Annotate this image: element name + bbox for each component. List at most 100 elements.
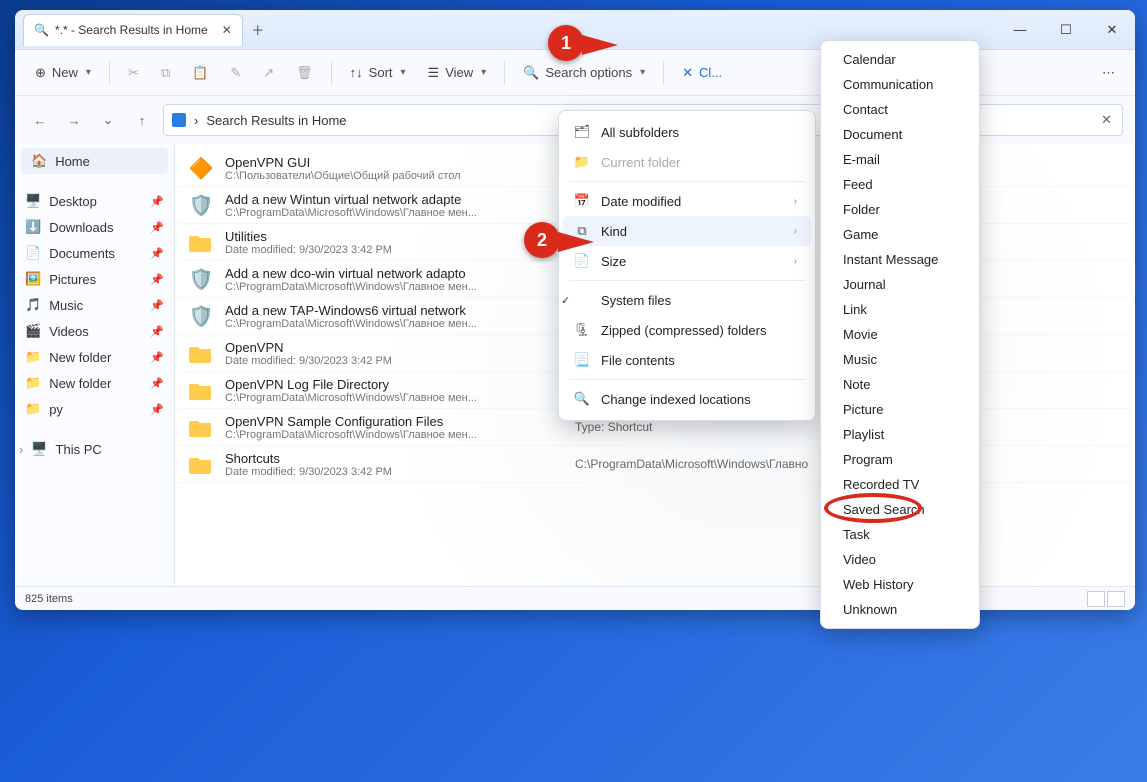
- kind-item-playlist[interactable]: Playlist: [825, 422, 975, 447]
- chevron-down-icon: ▾: [640, 67, 645, 78]
- folder-icon: 📁: [25, 401, 41, 417]
- recent-button[interactable]: ⌄: [95, 107, 121, 133]
- share-button[interactable]: ↗: [255, 60, 282, 86]
- cut-button[interactable]: ✂: [120, 60, 147, 86]
- new-button[interactable]: ⊕ New ▾: [27, 60, 99, 86]
- view-toggle: [1087, 591, 1125, 607]
- forward-button[interactable]: →: [61, 107, 87, 133]
- new-tab-button[interactable]: ＋: [243, 20, 273, 39]
- chevron-right-icon: ›: [19, 442, 23, 457]
- download-icon: ⬇️: [25, 219, 41, 235]
- sidebar-item-downloads[interactable]: ⬇️ Downloads 📌: [15, 214, 174, 240]
- sidebar-item-pictures[interactable]: 🖼️ Pictures 📌: [15, 266, 174, 292]
- chevron-right-icon: ›: [794, 196, 797, 207]
- rename-button[interactable]: ✎: [222, 60, 249, 86]
- kind-item-program[interactable]: Program: [825, 447, 975, 472]
- menu-item-file-contents[interactable]: 📃 File contents: [563, 345, 811, 375]
- kind-item-music[interactable]: Music: [825, 347, 975, 372]
- maximize-button[interactable]: ☐: [1043, 10, 1089, 50]
- view-button[interactable]: ☰ View ▾: [420, 60, 495, 86]
- kind-item-video[interactable]: Video: [825, 547, 975, 572]
- kind-item-unknown[interactable]: Unknown: [825, 597, 975, 622]
- menu-item-system-files[interactable]: ✓ System files: [563, 285, 811, 315]
- menu-item-size[interactable]: 📄 Size ›: [563, 246, 811, 276]
- minimize-button[interactable]: —: [997, 10, 1043, 50]
- kind-item-document[interactable]: Document: [825, 122, 975, 147]
- file-name: OpenVPN Log File Directory: [225, 377, 565, 392]
- sidebar-item-music[interactable]: 🎵 Music 📌: [15, 292, 174, 318]
- menu-item-kind[interactable]: ⧉ Kind ›: [563, 216, 811, 246]
- sidebar-item-documents[interactable]: 📄 Documents 📌: [15, 240, 174, 266]
- sidebar-item-label: Documents: [49, 246, 115, 261]
- sidebar-item-videos[interactable]: 🎬 Videos 📌: [15, 318, 174, 344]
- menu-divider: [569, 181, 805, 182]
- desktop-icon: 🖥️: [25, 193, 41, 209]
- sidebar-item-thispc[interactable]: › 🖥️ This PC: [15, 436, 174, 462]
- file-path: C:\ProgramData\Microsoft\Windows\Главное…: [225, 207, 565, 219]
- location-icon: [172, 113, 186, 127]
- kind-item-journal[interactable]: Journal: [825, 272, 975, 297]
- check-icon: ✓: [561, 294, 570, 307]
- up-button[interactable]: ↑: [129, 107, 155, 133]
- delete-button[interactable]: 🗑: [288, 60, 321, 86]
- more-button[interactable]: ⋯: [1094, 60, 1123, 86]
- kind-item-instant-message[interactable]: Instant Message: [825, 247, 975, 272]
- chevron-right-icon: ›: [794, 256, 797, 267]
- menu-item-current-folder[interactable]: 📁 Current folder: [563, 147, 811, 177]
- pin-icon: 📌: [150, 273, 164, 286]
- music-icon: 🎵: [25, 297, 41, 313]
- kind-item-recorded-tv[interactable]: Recorded TV: [825, 472, 975, 497]
- menu-item-zipped[interactable]: 🗜 Zipped (compressed) folders: [563, 315, 811, 345]
- search-options-button[interactable]: 🔍 Search options ▾: [515, 60, 653, 86]
- kind-item-communication[interactable]: Communication: [825, 72, 975, 97]
- back-button[interactable]: ←: [27, 107, 53, 133]
- file-row[interactable]: Shortcuts Date modified: 9/30/2023 3:42 …: [179, 446, 1131, 483]
- copy-button[interactable]: ⧉: [153, 60, 178, 86]
- paste-button[interactable]: 📋: [184, 60, 216, 86]
- sidebar-item-new-folder[interactable]: 📁 New folder 📌: [15, 370, 174, 396]
- close-search-button[interactable]: ✕ Cl...: [674, 60, 730, 86]
- sidebar-item-home[interactable]: 🏠 Home: [21, 148, 168, 174]
- kind-item-contact[interactable]: Contact: [825, 97, 975, 122]
- picture-icon: 🖼️: [25, 271, 41, 287]
- menu-item-all-subfolders[interactable]: 🗂 All subfolders: [563, 117, 811, 147]
- zip-icon: 🗜: [573, 321, 591, 339]
- kind-item-feed[interactable]: Feed: [825, 172, 975, 197]
- tab-close-button[interactable]: ✕: [222, 23, 232, 37]
- file-name: Add a new Wintun virtual network adapte: [225, 192, 565, 207]
- kind-item-web-history[interactable]: Web History: [825, 572, 975, 597]
- window-tab[interactable]: 🔍 *.* - Search Results in Home ✕: [23, 14, 243, 46]
- kind-item-game[interactable]: Game: [825, 222, 975, 247]
- menu-item-change-indexed[interactable]: 🔍 Change indexed locations: [563, 384, 811, 414]
- pin-icon: 📌: [150, 325, 164, 338]
- file-icon: 🛡️: [187, 302, 215, 330]
- chevron-down-icon: ▾: [481, 67, 486, 78]
- folder-icon: 📁: [25, 375, 41, 391]
- kind-item-folder[interactable]: Folder: [825, 197, 975, 222]
- menu-item-date-modified[interactable]: 📅 Date modified ›: [563, 186, 811, 216]
- copy-icon: ⧉: [161, 65, 170, 81]
- sidebar-item-new-folder[interactable]: 📁 New folder 📌: [15, 344, 174, 370]
- kind-item-calendar[interactable]: Calendar: [825, 47, 975, 72]
- tiles-view-button[interactable]: [1107, 591, 1125, 607]
- kind-item-note[interactable]: Note: [825, 372, 975, 397]
- file-name: Add a new dco-win virtual network adapto: [225, 266, 565, 281]
- details-view-button[interactable]: [1087, 591, 1105, 607]
- sidebar-item-py[interactable]: 📁 py 📌: [15, 396, 174, 422]
- chevron-down-icon: ▾: [401, 67, 406, 78]
- kind-item-e-mail[interactable]: E-mail: [825, 147, 975, 172]
- kind-item-picture[interactable]: Picture: [825, 397, 975, 422]
- clear-search-button[interactable]: ✕: [1101, 112, 1112, 128]
- breadcrumb: Search Results in Home: [206, 113, 346, 128]
- menu-divider: [569, 280, 805, 281]
- close-button[interactable]: ✕: [1089, 10, 1135, 50]
- file-name: Shortcuts: [225, 451, 565, 466]
- sidebar-item-label: New folder: [49, 350, 111, 365]
- sidebar-item-desktop[interactable]: 🖥️ Desktop 📌: [15, 188, 174, 214]
- kind-item-link[interactable]: Link: [825, 297, 975, 322]
- kind-item-task[interactable]: Task: [825, 522, 975, 547]
- sort-button[interactable]: ↑↓ Sort ▾: [342, 60, 414, 85]
- pin-icon: 📌: [150, 195, 164, 208]
- pin-icon: 📌: [150, 299, 164, 312]
- kind-item-movie[interactable]: Movie: [825, 322, 975, 347]
